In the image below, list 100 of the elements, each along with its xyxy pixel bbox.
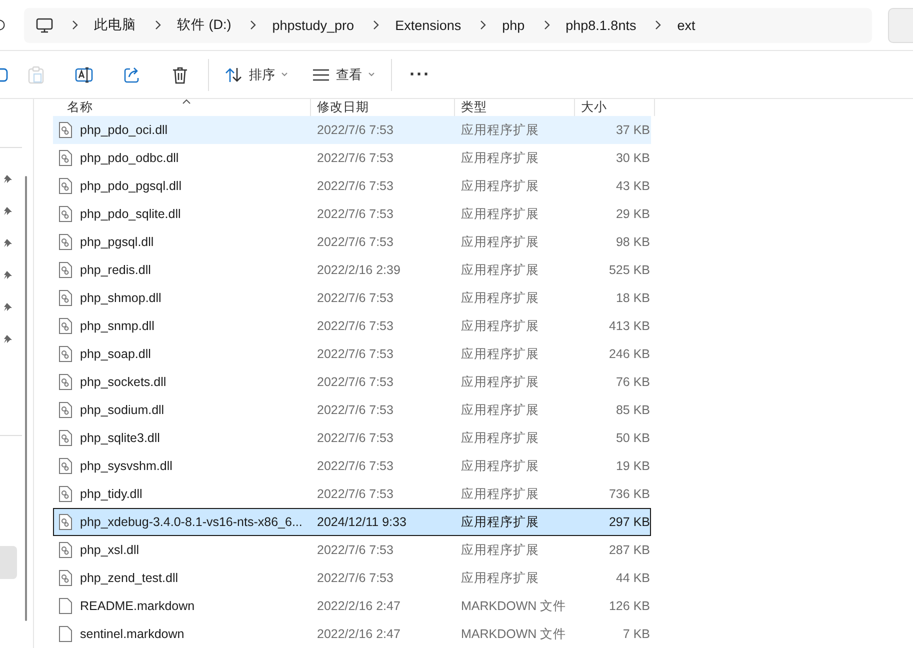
file-row[interactable]: php_zend_test.dll 2022/7/6 7:53 应用程序扩展 44 KB bbox=[53, 564, 651, 592]
pin-icon[interactable] bbox=[3, 206, 13, 217]
modified-date: 2024/12/11 9:33 bbox=[316, 515, 408, 529]
search-field[interactable] bbox=[888, 8, 913, 42]
file-row[interactable]: php_pdo_odbc.dll 2022/7/6 7:53 应用程序扩展 30 KB bbox=[53, 144, 651, 172]
file-type: MARKDOWN 文件 bbox=[460, 626, 568, 642]
settings-file-icon bbox=[59, 206, 72, 222]
file-name: php_pdo_odbc.dll bbox=[80, 151, 179, 165]
modified-date: 2022/7/6 7:53 bbox=[316, 431, 394, 445]
file-size: 50 KB bbox=[614, 431, 650, 445]
file-row[interactable]: php_sockets.dll 2022/7/6 7:53 应用程序扩展 76 KB bbox=[53, 368, 651, 396]
settings-file-icon bbox=[59, 346, 72, 362]
file-row[interactable]: php_pdo_pgsql.dll 2022/7/6 7:53 应用程序扩展 43 KB bbox=[53, 172, 651, 200]
rename-icon bbox=[75, 66, 93, 84]
file-name: php_zend_test.dll bbox=[80, 571, 178, 585]
settings-file-icon bbox=[59, 458, 72, 474]
file-name: php_soap.dll bbox=[80, 347, 151, 361]
file-type: 应用程序扩展 bbox=[460, 430, 540, 446]
file-name: php_xsl.dll bbox=[80, 543, 140, 557]
caret-icon bbox=[368, 72, 375, 77]
breadcrumb-item[interactable]: 此电脑 bbox=[94, 16, 136, 34]
file-size: 44 KB bbox=[614, 571, 650, 585]
modified-date: 2022/2/16 2:39 bbox=[316, 263, 402, 277]
file-row[interactable]: php_sodium.dll 2022/7/6 7:53 应用程序扩展 85 KB bbox=[53, 396, 651, 424]
settings-file-icon bbox=[59, 318, 72, 334]
file-row[interactable]: php_xsl.dll 2022/7/6 7:53 应用程序扩展 287 KB bbox=[53, 536, 651, 564]
file-icon bbox=[59, 598, 72, 614]
file-type: 应用程序扩展 bbox=[460, 458, 540, 474]
pin-icon[interactable] bbox=[3, 174, 13, 185]
breadcrumb-item[interactable]: 软件 (D:) bbox=[177, 16, 232, 34]
share-icon bbox=[124, 66, 140, 83]
breadcrumb-item[interactable]: Extensions bbox=[395, 18, 462, 32]
file-row[interactable]: php_tidy.dll 2022/7/6 7:53 应用程序扩展 736 KB bbox=[53, 480, 651, 508]
caret-icon bbox=[281, 72, 288, 77]
breadcrumb-item[interactable]: phpstudy_pro bbox=[272, 18, 354, 32]
scrollbar[interactable] bbox=[25, 176, 27, 621]
file-row[interactable]: php_sysvshm.dll 2022/7/6 7:53 应用程序扩展 19 KB bbox=[53, 452, 651, 480]
pin-icon[interactable] bbox=[3, 302, 13, 313]
modified-date: 2022/7/6 7:53 bbox=[316, 375, 394, 389]
settings-file-icon bbox=[59, 570, 72, 586]
file-row[interactable]: php_pgsql.dll 2022/7/6 7:53 应用程序扩展 98 KB bbox=[53, 228, 651, 256]
file-type: 应用程序扩展 bbox=[460, 122, 540, 138]
file-row[interactable]: php_xdebug-3.4.0-8.1-vs16-nts-x86_6... 2024/12/11 9:33 应用程序扩展 297 KB bbox=[53, 508, 651, 536]
file-row[interactable]: php_shmop.dll 2022/7/6 7:53 应用程序扩展 18 KB bbox=[53, 284, 651, 312]
file-size: 85 KB bbox=[614, 403, 650, 417]
file-row[interactable]: php_soap.dll 2022/7/6 7:53 应用程序扩展 246 KB bbox=[53, 340, 651, 368]
chevron-icon bbox=[72, 20, 78, 30]
file-name: php_sqlite3.dll bbox=[80, 431, 160, 445]
file-name: php_redis.dll bbox=[80, 263, 151, 277]
settings-file-icon bbox=[59, 122, 72, 138]
more-button[interactable]: ··· bbox=[396, 58, 444, 92]
address-bar[interactable]: 此电脑 软件 (D:) phpstudy_pro Extensions php php8.1.8nts ext bbox=[24, 8, 872, 42]
file-size: 43 KB bbox=[614, 179, 650, 193]
modified-date: 2022/7/6 7:53 bbox=[316, 319, 394, 333]
pin-icon[interactable] bbox=[3, 334, 13, 345]
file-name: php_sockets.dll bbox=[80, 375, 166, 389]
modified-date: 2022/7/6 7:53 bbox=[316, 543, 394, 557]
file-row[interactable]: php_pdo_sqlite.dll 2022/7/6 7:53 应用程序扩展 29 KB bbox=[53, 200, 651, 228]
modified-date: 2022/2/16 2:47 bbox=[316, 599, 402, 613]
file-type: 应用程序扩展 bbox=[460, 206, 540, 222]
file-row[interactable]: php_snmp.dll 2022/7/6 7:53 应用程序扩展 413 KB bbox=[53, 312, 651, 340]
file-size: 246 KB bbox=[608, 347, 650, 361]
computer-icon bbox=[36, 18, 53, 32]
file-size: 525 KB bbox=[608, 263, 650, 277]
settings-file-icon bbox=[59, 150, 72, 166]
file-name: php_snmp.dll bbox=[80, 319, 154, 333]
settings-file-icon bbox=[59, 290, 72, 306]
modified-date: 2022/7/6 7:53 bbox=[316, 179, 394, 193]
file-row[interactable]: php_sqlite3.dll 2022/7/6 7:53 应用程序扩展 50 KB bbox=[53, 424, 651, 452]
settings-file-icon bbox=[59, 514, 72, 530]
file-size: 76 KB bbox=[614, 375, 650, 389]
file-row[interactable]: sentinel.markdown 2022/2/16 2:47 MARKDOWN 文件 7 KB bbox=[53, 620, 651, 648]
file-name: php_xdebug-3.4.0-8.1-vs16-nts-x86_6... bbox=[80, 515, 302, 529]
view-button[interactable]: 查看 bbox=[300, 58, 387, 92]
file-row[interactable]: php_redis.dll 2022/2/16 2:39 应用程序扩展 525 KB bbox=[53, 256, 651, 284]
sort-button[interactable]: 排序 bbox=[213, 58, 300, 92]
breadcrumb-item[interactable]: ext bbox=[677, 18, 696, 32]
file-type: 应用程序扩展 bbox=[460, 262, 540, 278]
file-row[interactable]: php_pdo_oci.dll 2022/7/6 7:53 应用程序扩展 37 KB bbox=[53, 116, 651, 144]
breadcrumb-item[interactable]: php8.1.8nts bbox=[566, 18, 636, 32]
settings-file-icon bbox=[59, 234, 72, 250]
file-name: php_pgsql.dll bbox=[80, 235, 154, 249]
settings-file-icon bbox=[59, 542, 72, 558]
clipboard-icon bbox=[28, 66, 44, 84]
file-size: 7 KB bbox=[622, 627, 650, 641]
file-size: 736 KB bbox=[608, 487, 650, 501]
file-size: 126 KB bbox=[608, 599, 650, 613]
file-size: 37 KB bbox=[614, 123, 650, 137]
file-type: 应用程序扩展 bbox=[460, 234, 540, 250]
pin-icon[interactable] bbox=[3, 270, 13, 281]
pin-icon[interactable] bbox=[3, 238, 13, 249]
file-name: php_shmop.dll bbox=[80, 291, 162, 305]
chevron-icon bbox=[155, 20, 161, 30]
file-type: 应用程序扩展 bbox=[460, 402, 540, 418]
file-size: 18 KB bbox=[614, 291, 650, 305]
file-type: 应用程序扩展 bbox=[460, 514, 540, 530]
breadcrumb-item[interactable]: php bbox=[502, 18, 525, 32]
file-row[interactable]: README.markdown 2022/2/16 2:47 MARKDOWN 文件 126 KB bbox=[53, 592, 651, 620]
file-name: php_sodium.dll bbox=[80, 403, 164, 417]
chevron-icon bbox=[544, 20, 550, 30]
